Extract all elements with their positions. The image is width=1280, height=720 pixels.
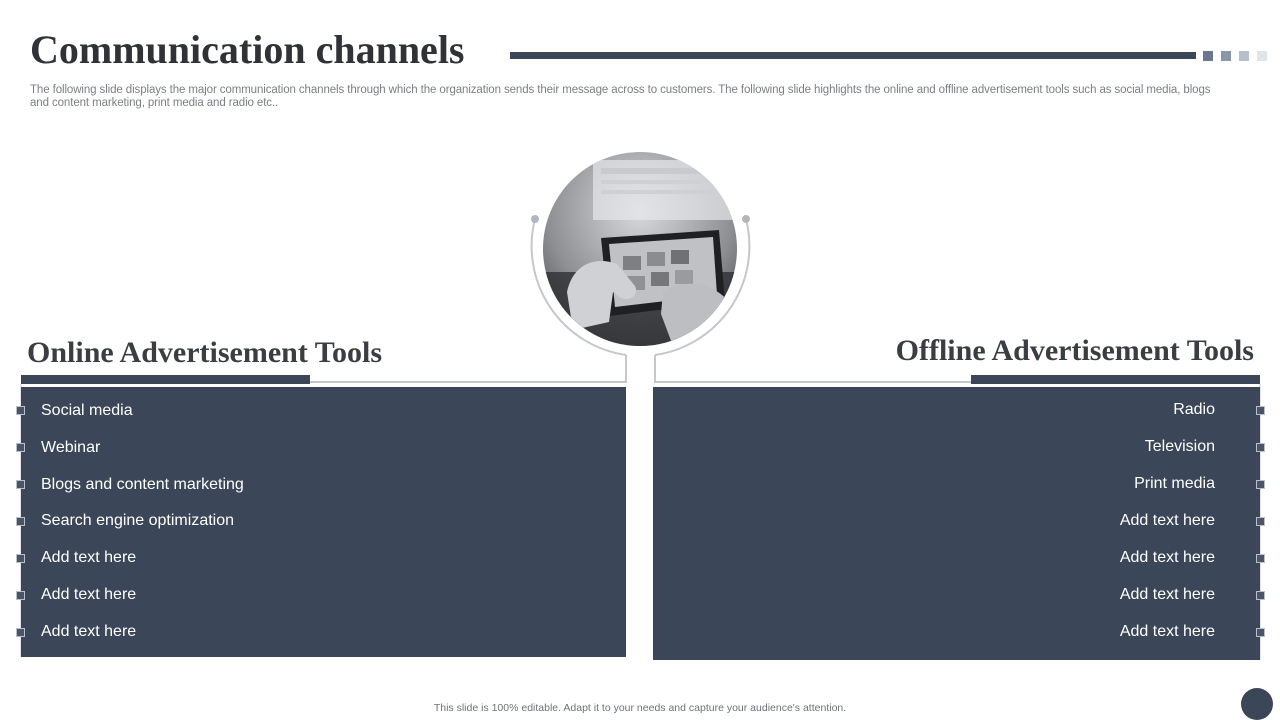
online-bullet-1 [16, 406, 25, 415]
decor-square-3 [1239, 51, 1249, 61]
offline-bullet-6 [1256, 591, 1265, 600]
online-bullet-3 [16, 480, 25, 489]
offline-item-placeholder-4: Add text here [1119, 623, 1215, 640]
offline-bullet-2 [1256, 443, 1265, 452]
online-item-placeholder-3: Add text here [41, 623, 137, 640]
online-item-social-media: Social media [41, 402, 133, 419]
decor-square-1 [1203, 51, 1213, 61]
online-accent-bar [21, 375, 310, 384]
online-section-title: Online Advertisement Tools [27, 336, 383, 369]
offline-item-print-media: Print media [1134, 475, 1215, 492]
slide-description: The following slide displays the major c… [30, 84, 1211, 109]
offline-item-radio: Radio [1173, 401, 1215, 418]
offline-bullet-4 [1256, 517, 1265, 526]
offline-item-placeholder-1: Add text here [1119, 512, 1215, 529]
online-bullet-2 [16, 443, 25, 452]
offline-bullet-5 [1256, 554, 1265, 563]
offline-bullet-7 [1256, 628, 1265, 637]
online-item-webinar: Webinar [41, 439, 101, 456]
slide-footer-note: This slide is 100% editable. Adapt it to… [433, 702, 847, 714]
online-bullet-6 [16, 591, 25, 600]
online-item-placeholder-1: Add text here [41, 549, 137, 566]
offline-section-title: Offline Advertisement Tools [895, 334, 1254, 367]
online-bullet-4 [16, 517, 25, 526]
decor-square-4 [1257, 51, 1267, 61]
slide-title: Communication channels [30, 27, 465, 72]
online-bullet-5 [16, 554, 25, 563]
offline-item-placeholder-2: Add text here [1119, 549, 1215, 566]
online-item-seo: Search engine optimization [41, 512, 235, 529]
offline-item-television: Television [1144, 438, 1215, 455]
offline-bullet-3 [1256, 480, 1265, 489]
corner-decor-circle [1241, 688, 1273, 720]
online-item-blogs: Blogs and content marketing [41, 476, 244, 493]
offline-item-placeholder-3: Add text here [1119, 586, 1215, 603]
offline-accent-bar [971, 375, 1260, 384]
online-item-placeholder-2: Add text here [41, 586, 137, 603]
decor-square-2 [1221, 51, 1231, 61]
offline-bullet-1 [1256, 406, 1265, 415]
online-bullet-7 [16, 628, 25, 637]
title-underline-bar [510, 52, 1196, 59]
photo-hands-tablet [543, 152, 737, 346]
